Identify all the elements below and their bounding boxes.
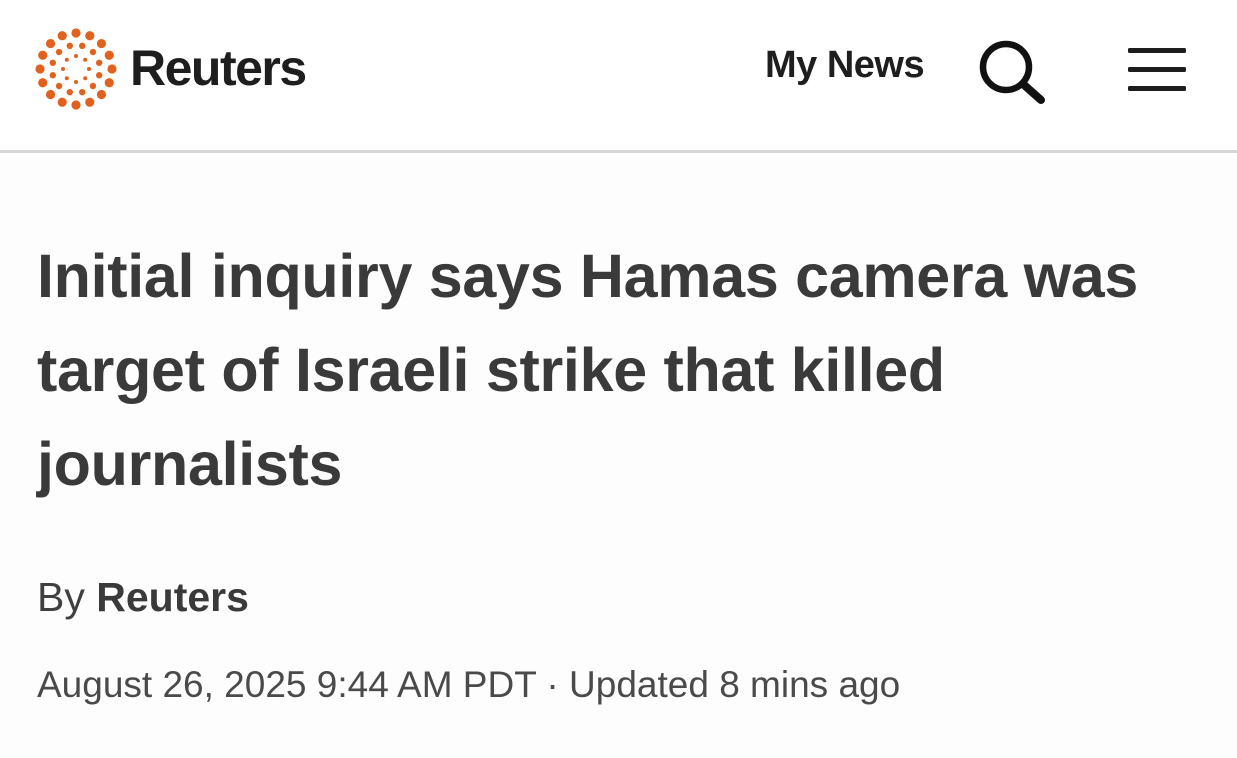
article-dateline: August 26, 2025 9:44 AM PDT · Updated 8 … bbox=[37, 664, 900, 706]
logo-dot bbox=[55, 82, 63, 90]
logo-dot bbox=[49, 59, 57, 66]
logo-dot bbox=[74, 80, 78, 84]
logo-dot bbox=[61, 67, 65, 71]
logo-dot bbox=[89, 48, 97, 56]
logo-dot bbox=[49, 72, 57, 79]
byline: By Reuters bbox=[37, 574, 249, 621]
logo-dot bbox=[35, 64, 45, 74]
published-time: August 26, 2025 9:44 AM PDT bbox=[37, 664, 537, 705]
logo-dot bbox=[104, 78, 114, 88]
reuters-logo-link[interactable]: Reuters bbox=[34, 24, 307, 114]
logo-dot bbox=[38, 78, 48, 88]
logo-dot bbox=[96, 38, 107, 49]
logo-dot bbox=[71, 100, 81, 110]
logo-dot bbox=[64, 76, 69, 81]
logo-dot bbox=[85, 97, 95, 107]
logo-dot bbox=[83, 76, 88, 81]
dateline-separator: · bbox=[546, 664, 559, 705]
logo-dot bbox=[96, 89, 107, 100]
menu-button[interactable] bbox=[1122, 44, 1192, 96]
logo-dot bbox=[66, 88, 73, 96]
hamburger-menu-icon bbox=[1128, 48, 1186, 91]
logo-dot bbox=[87, 67, 91, 71]
brand-name: Reuters bbox=[130, 40, 307, 96]
logo-dot bbox=[83, 57, 88, 62]
logo-dot bbox=[45, 38, 56, 49]
logo-dot bbox=[79, 42, 86, 50]
byline-prefix: By bbox=[37, 574, 85, 620]
reuters-logo-icon bbox=[35, 28, 117, 110]
logo-dot bbox=[71, 28, 81, 38]
logo-dot bbox=[64, 57, 69, 62]
logo-dot bbox=[95, 59, 103, 66]
logo-dot bbox=[45, 89, 56, 100]
logo-dot bbox=[85, 31, 95, 41]
my-news-link[interactable]: My News bbox=[765, 44, 925, 87]
logo-dot bbox=[74, 54, 78, 58]
logo-dot bbox=[95, 72, 103, 79]
byline-author-link[interactable]: Reuters bbox=[96, 574, 249, 620]
logo-dot bbox=[66, 42, 73, 50]
logo-dot bbox=[38, 50, 48, 60]
updated-time: Updated 8 mins ago bbox=[569, 664, 901, 705]
logo-dot bbox=[57, 97, 67, 107]
logo-dot bbox=[79, 88, 86, 96]
article-content: Initial inquiry says Hamas camera was ta… bbox=[0, 156, 1237, 758]
logo-dot bbox=[89, 82, 97, 90]
logo-dot bbox=[104, 50, 114, 60]
site-header: Reuters My News bbox=[0, 0, 1237, 153]
article-headline: Initial inquiry says Hamas camera was ta… bbox=[37, 242, 1139, 498]
search-button[interactable] bbox=[975, 36, 1047, 108]
logo-dot bbox=[107, 64, 117, 74]
logo-dot bbox=[57, 31, 67, 41]
logo-dot bbox=[55, 48, 63, 56]
search-icon bbox=[979, 40, 1045, 104]
